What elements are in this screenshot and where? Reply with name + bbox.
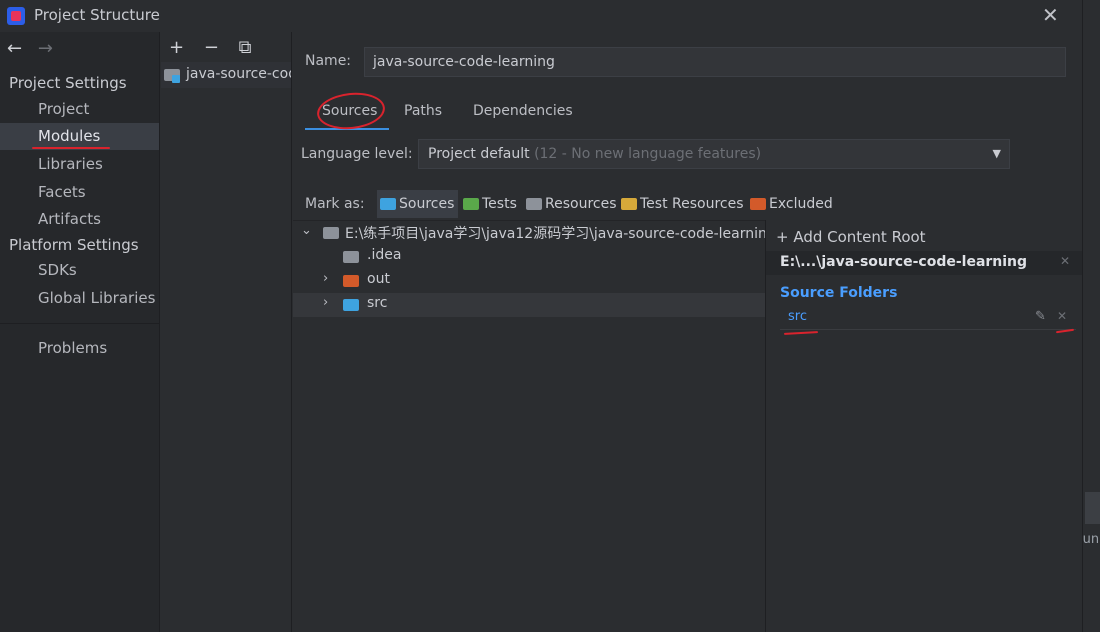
project-settings-heading: Project Settings <box>9 74 127 92</box>
nav-arrows: ← → <box>7 38 53 59</box>
source-folders-heading: Source Folders <box>780 285 898 301</box>
add-module-icon[interactable]: + <box>169 37 184 58</box>
mark-as-sources-button[interactable]: Sources <box>377 190 459 218</box>
content-root-label: E:\...\java-source-code-learning <box>780 254 1028 270</box>
module-item-label: java-source-code-learning <box>186 66 291 82</box>
test-resources-folder-icon <box>621 198 637 210</box>
remove-content-root-icon[interactable]: ✕ <box>1060 254 1070 268</box>
tree-row-out[interactable]: › out <box>293 269 765 293</box>
tree-row-src[interactable]: › src <box>293 293 765 317</box>
back-arrow-icon[interactable]: ← <box>7 38 22 59</box>
excluded-folder-icon <box>343 275 359 287</box>
sidebar-item-sdks[interactable]: SDKs <box>0 257 159 284</box>
edit-pencil-icon[interactable]: ✎ <box>1035 309 1046 324</box>
sidebar-item-artifacts[interactable]: Artifacts <box>0 206 159 233</box>
folder-icon <box>343 251 359 263</box>
sidebar-divider <box>0 323 159 324</box>
mark-as-sources-label: Sources <box>399 196 455 212</box>
tree-item-label: src <box>367 295 388 311</box>
module-folder-icon <box>164 69 180 83</box>
name-label: Name: <box>305 53 352 69</box>
source-folder-icon <box>343 299 359 311</box>
chevron-right-icon[interactable]: › <box>323 295 328 310</box>
window-title: Project Structure <box>34 6 160 24</box>
sidebar-item-problems[interactable]: Problems <box>0 335 159 362</box>
language-level-label: Language level: <box>301 146 413 162</box>
language-level-detail: (12 - No new language features) <box>534 146 762 162</box>
mark-as-resources-button[interactable]: Resources <box>523 190 617 218</box>
source-folder-row: src ✎ ✕ <box>780 308 1076 330</box>
copy-module-icon[interactable]: ⧉ <box>239 37 252 58</box>
remove-module-icon[interactable]: − <box>204 37 219 58</box>
mark-as-tests-button[interactable]: Tests <box>460 190 517 218</box>
background-cut-text: ıun <box>1079 532 1100 547</box>
red-underline-annotation <box>32 147 110 149</box>
sources-folder-icon <box>380 198 396 210</box>
remove-source-folder-icon[interactable]: ✕ <box>1057 309 1067 323</box>
red-circle-annotation <box>315 89 387 133</box>
module-settings-panel: Name: java-source-code-learning Sources … <box>293 32 1082 632</box>
sidebar-item-facets[interactable]: Facets <box>0 179 159 206</box>
content-root-panel: + Add Content Root E:\...\java-source-co… <box>765 220 1082 632</box>
module-name-field[interactable]: java-source-code-learning <box>364 47 1066 77</box>
mark-as-label: Mark as: <box>305 196 365 212</box>
excluded-folder-icon <box>750 198 766 210</box>
mark-as-test-resources-button[interactable]: Test Resources <box>618 190 744 218</box>
mark-as-tests-label: Tests <box>482 196 517 212</box>
tree-root-row[interactable]: ⌄ E:\练手项目\java学习\java12源码学习\java-source-… <box>293 221 765 245</box>
background-window-edge: ıun <box>1079 0 1100 632</box>
tree-item-label: out <box>367 271 390 287</box>
chevron-right-icon[interactable]: › <box>323 271 328 286</box>
chevron-down-icon: ▼ <box>992 147 1001 160</box>
tests-folder-icon <box>463 198 479 210</box>
intellij-app-icon <box>7 7 25 25</box>
platform-settings-heading: Platform Settings <box>9 236 139 254</box>
close-icon[interactable]: ✕ <box>1042 3 1059 27</box>
source-folder-label[interactable]: src <box>788 309 807 324</box>
add-content-root-button[interactable]: + Add Content Root <box>776 228 926 246</box>
mark-as-excluded-label: Excluded <box>769 196 833 212</box>
tree-row-idea[interactable]: .idea <box>293 245 765 269</box>
mark-as-resources-label: Resources <box>545 196 617 212</box>
sidebar-item-libraries[interactable]: Libraries <box>0 151 159 178</box>
sidebar-item-modules[interactable]: Modules <box>0 123 159 150</box>
language-level-value: Project default <box>428 146 530 162</box>
modules-list-panel: + − ⧉ java-source-code-learning <box>161 32 292 632</box>
content-root-header: E:\...\java-source-code-learning ✕ <box>766 251 1082 275</box>
mark-as-test-resources-label: Test Resources <box>640 196 744 212</box>
tree-root-label: E:\练手项目\java学习\java12源码学习\java-source-co… <box>345 226 765 242</box>
module-item[interactable]: java-source-code-learning <box>161 62 291 88</box>
forward-arrow-icon[interactable]: → <box>38 38 53 59</box>
background-button <box>1085 492 1100 524</box>
title-bar: Project Structure ✕ <box>0 0 1082 32</box>
resources-folder-icon <box>526 198 542 210</box>
red-underline-annotation <box>783 331 819 335</box>
sidebar-item-project[interactable]: Project <box>0 96 159 123</box>
folder-icon <box>323 227 339 239</box>
tab-dependencies[interactable]: Dependencies <box>473 103 573 119</box>
modules-toolbar: + − ⧉ <box>169 37 266 58</box>
sidebar-item-global-libraries[interactable]: Global Libraries <box>0 285 159 312</box>
mark-as-excluded-button[interactable]: Excluded <box>747 190 833 218</box>
tab-paths[interactable]: Paths <box>404 103 442 119</box>
chevron-down-icon[interactable]: ⌄ <box>301 223 312 238</box>
tree-item-label: .idea <box>367 247 402 263</box>
settings-sidebar: ← → Project Settings Project Modules Lib… <box>0 32 160 632</box>
language-level-select[interactable]: Project default (12 - No new language fe… <box>418 139 1010 169</box>
